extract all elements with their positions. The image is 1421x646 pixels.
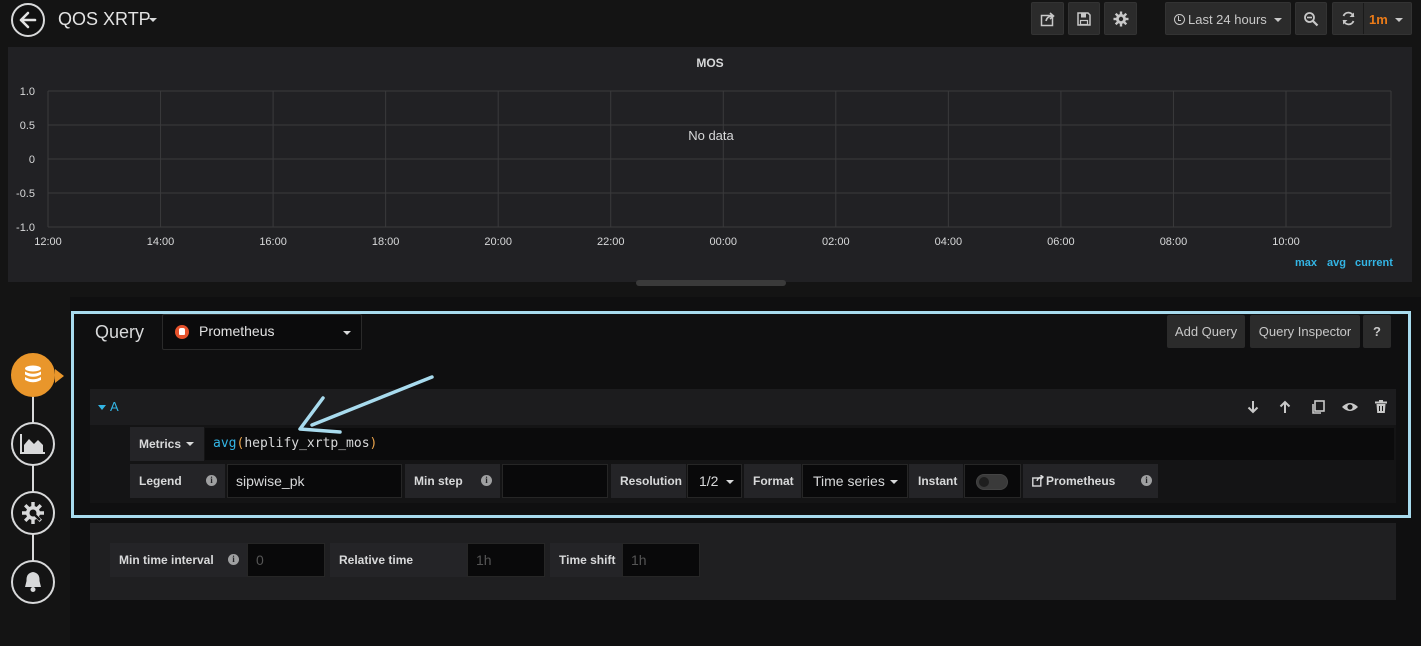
gear-icon bbox=[1113, 11, 1128, 26]
x-tick-label: 06:00 bbox=[1047, 236, 1075, 248]
x-tick-label: 18:00 bbox=[372, 236, 400, 248]
top-bar: QOS XRTP Last 24 hours 1m bbox=[0, 0, 1421, 40]
y-axis: 1.0 0.5 0 -0.5 -1.0 bbox=[16, 86, 35, 234]
panel-resize-handle[interactable] bbox=[636, 280, 786, 286]
arrow-left-icon bbox=[19, 11, 37, 29]
time-range-label: Last 24 hours bbox=[1188, 12, 1267, 27]
x-axis: 12:00 14:00 16:00 18:00 20:00 22:00 00:00 02:00… bbox=[34, 236, 1300, 248]
x-tick-label: 12:00 bbox=[34, 236, 62, 248]
database-icon bbox=[25, 365, 41, 383]
min-interval-label: Min time interval bbox=[119, 553, 214, 567]
rail-queries-tab[interactable] bbox=[11, 353, 64, 397]
share-icon bbox=[1040, 11, 1055, 26]
save-icon bbox=[1077, 11, 1091, 26]
time-range-picker[interactable]: Last 24 hours bbox=[1165, 2, 1291, 35]
save-button[interactable] bbox=[1068, 2, 1100, 35]
chevron-down-icon bbox=[1395, 18, 1403, 22]
min-interval-label-box: Min time interval i bbox=[110, 543, 247, 577]
time-shift-input[interactable]: 1h bbox=[622, 543, 700, 577]
x-tick-label: 10:00 bbox=[1272, 236, 1300, 248]
clock-icon bbox=[1174, 14, 1185, 25]
x-tick-label: 14:00 bbox=[147, 236, 175, 248]
x-tick-label: 08:00 bbox=[1160, 236, 1188, 248]
min-interval-input[interactable]: 0 bbox=[247, 543, 325, 577]
bell-icon bbox=[25, 572, 41, 592]
relative-time-input[interactable]: 1h bbox=[467, 543, 545, 577]
rail-visualization-tab[interactable] bbox=[11, 422, 55, 466]
chevron-down-icon bbox=[1274, 18, 1282, 22]
refresh-interval: 1m bbox=[1369, 12, 1388, 27]
relative-time-label: Relative time bbox=[330, 543, 467, 577]
chevron-down-icon[interactable] bbox=[149, 18, 157, 22]
info-icon[interactable]: i bbox=[228, 554, 239, 565]
zoom-out-icon bbox=[1304, 11, 1319, 26]
zoom-out-button[interactable] bbox=[1295, 2, 1327, 35]
y-tick-label: 0 bbox=[29, 154, 35, 166]
x-tick-label: 04:00 bbox=[935, 236, 963, 248]
refresh-picker[interactable]: 1m bbox=[1332, 2, 1412, 35]
x-tick-label: 02:00 bbox=[822, 236, 850, 248]
no-data-text: No data bbox=[688, 128, 734, 143]
legend-avg[interactable]: avg bbox=[1327, 257, 1346, 269]
mos-chart: 1.0 0.5 0 -0.5 -1.0 12:00 14:00 16:00 18:00 20:0… bbox=[16, 86, 1392, 248]
chart-grid bbox=[47, 90, 1392, 228]
legend-max[interactable]: max bbox=[1295, 257, 1317, 269]
y-tick-label: 0.5 bbox=[20, 120, 35, 132]
legend-current[interactable]: current bbox=[1355, 257, 1393, 269]
time-shift-placeholder: 1h bbox=[631, 552, 647, 568]
divider bbox=[1363, 3, 1364, 34]
x-tick-label: 16:00 bbox=[259, 236, 287, 248]
rail-alert-tab[interactable] bbox=[11, 560, 55, 604]
y-tick-label: -0.5 bbox=[16, 188, 35, 200]
refresh-icon bbox=[1342, 11, 1355, 26]
relative-time-placeholder: 1h bbox=[476, 552, 492, 568]
share-button[interactable] bbox=[1031, 2, 1064, 35]
rail-general-tab[interactable] bbox=[11, 491, 55, 535]
x-tick-label: 20:00 bbox=[484, 236, 512, 248]
graph-panel: MOS 1.0 0.5 0 -0.5 -1.0 12:00 14:00 16:00 18:00… bbox=[8, 47, 1412, 282]
area-chart-icon bbox=[20, 434, 45, 454]
annotation-highlight-box bbox=[71, 311, 1411, 518]
dashboard-title[interactable]: QOS XRTP bbox=[58, 9, 151, 30]
x-tick-label: 00:00 bbox=[710, 236, 738, 248]
time-shift-label: Time shift bbox=[550, 543, 622, 577]
x-tick-label: 22:00 bbox=[597, 236, 625, 248]
min-interval-placeholder: 0 bbox=[256, 552, 264, 568]
gear-wrench-icon bbox=[22, 502, 44, 524]
settings-button[interactable] bbox=[1104, 2, 1137, 35]
y-tick-label: 1.0 bbox=[20, 86, 35, 98]
back-button[interactable] bbox=[11, 3, 45, 37]
y-tick-label: -1.0 bbox=[16, 222, 35, 234]
